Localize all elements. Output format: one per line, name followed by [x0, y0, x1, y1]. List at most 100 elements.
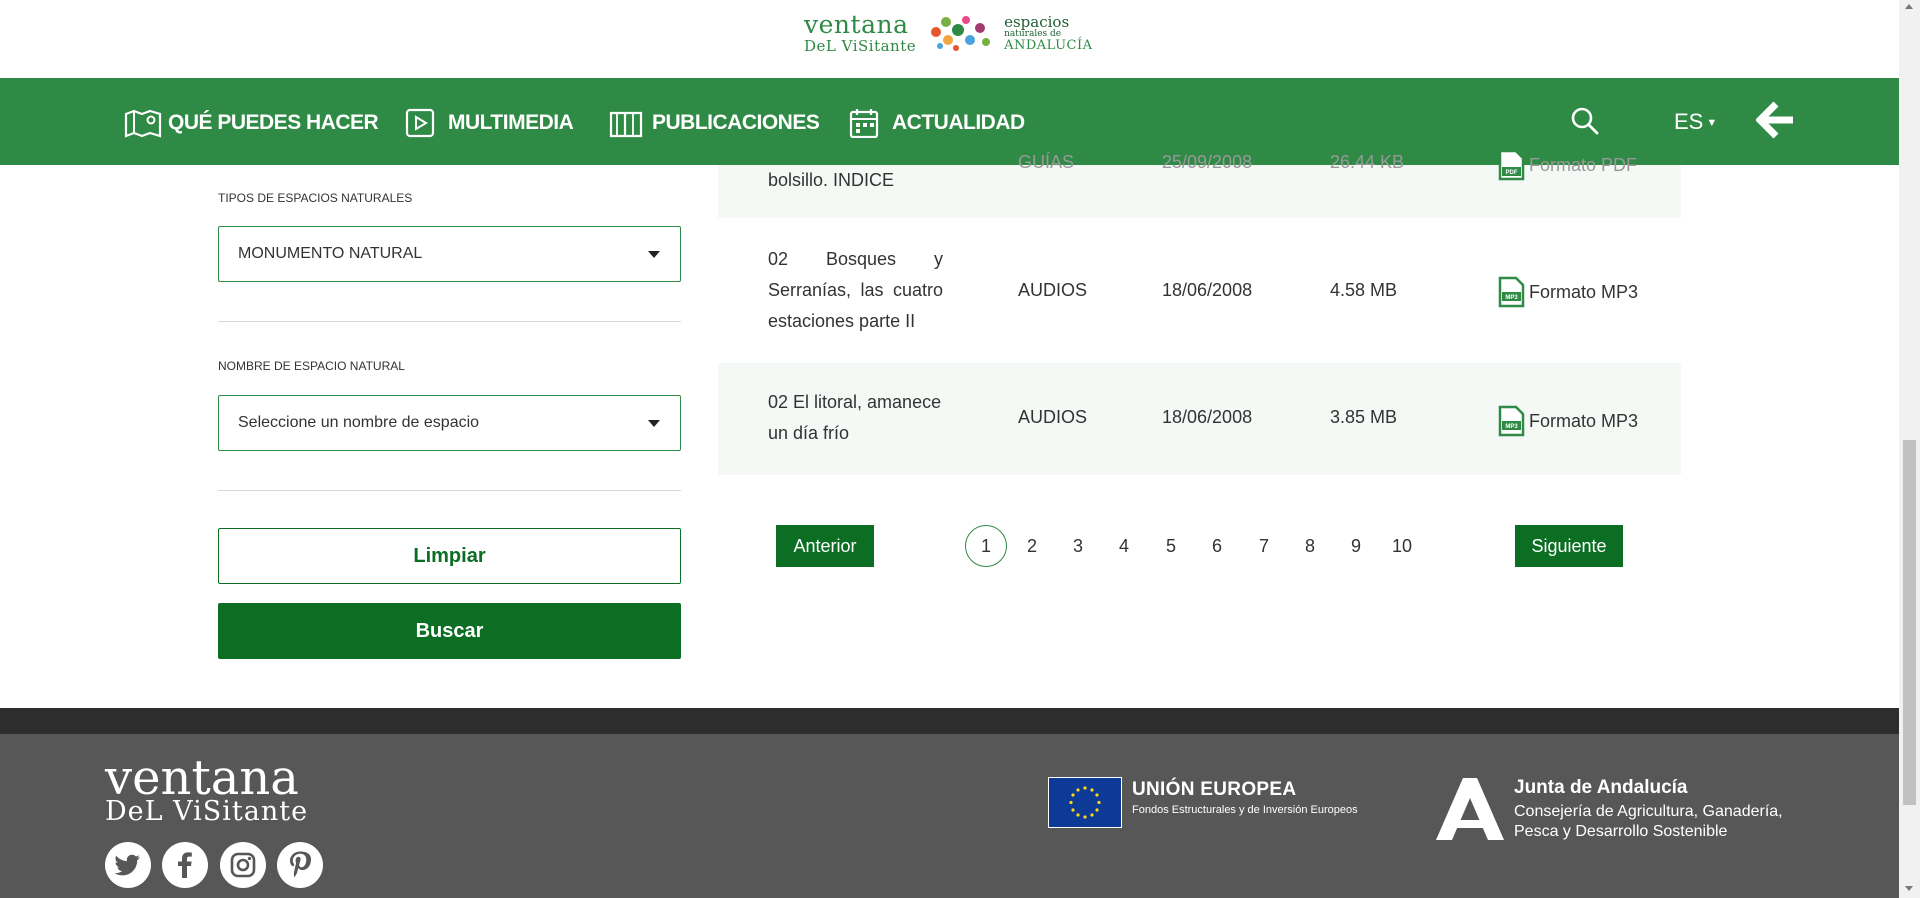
result-date: 18/06/2008 [1162, 407, 1253, 427]
result-size: 26.44 KB [1330, 152, 1405, 172]
eu-funding-text: UNIÓN EUROPEA Fondos Estructurales y de … [1132, 779, 1358, 816]
result-title[interactable]: 02 El litoral, amanece un día frío [768, 387, 943, 449]
caret-down-icon: ▼ [1703, 117, 1718, 130]
flowers-logo-icon [931, 16, 991, 51]
type-select[interactable]: MONUMENTO NATURAL [218, 226, 681, 282]
previous-page-button[interactable]: Anterior [776, 525, 874, 567]
nav-label: QUÉ PUEDES HACER [168, 111, 379, 134]
junta-dept-line1: Consejería de Agricultura, Ganadería, [1514, 803, 1783, 820]
footer-logo-line1: ventana [105, 750, 299, 806]
eu-subtitle: Fondos Estructurales y de Inversión Euro… [1132, 804, 1358, 816]
page-3[interactable]: 3 [1057, 525, 1099, 567]
dropdown-arrow-icon [648, 420, 660, 427]
page-10[interactable]: 10 [1381, 525, 1423, 567]
nav-que-puedes-hacer[interactable]: QUÉ PUEDES HACER [124, 108, 379, 138]
footer-logo-line2: DeL ViSitante [105, 796, 309, 827]
result-title[interactable]: bolsillo. INDICE [768, 165, 943, 196]
junta-andalucia-logo-icon[interactable] [1436, 778, 1504, 840]
clear-button[interactable]: Limpiar [218, 528, 681, 584]
nav-multimedia[interactable]: MULTIMEDIA [404, 108, 574, 138]
page-6[interactable]: 6 [1196, 525, 1238, 567]
page-5[interactable]: 5 [1150, 525, 1192, 567]
filter-divider [218, 321, 681, 322]
next-page-button[interactable]: Siguiente [1515, 525, 1623, 567]
twitter-icon[interactable] [105, 842, 151, 888]
page-1[interactable]: 1 [965, 525, 1007, 567]
search-button[interactable]: Buscar [218, 603, 681, 659]
play-icon [405, 108, 435, 138]
dropdown-arrow-icon [648, 251, 660, 258]
result-title-line: 02 El litoral, amanece [768, 392, 942, 412]
filter-divider [218, 490, 681, 491]
result-title-line: Serranías, las cuatro [768, 280, 943, 300]
result-format-link[interactable]: MP3 Formato MP3 [1498, 405, 1638, 437]
eu-title: UNIÓN EUROPEA [1132, 779, 1297, 800]
result-format-link[interactable]: PDF Formato PDF [1498, 149, 1637, 181]
filter-type-label: TIPOS DE ESPACIOS NATURALES [218, 191, 413, 205]
page-scrollbar[interactable] [1899, 0, 1920, 898]
result-title-line: estaciones parte II [768, 311, 916, 331]
scroll-down-arrow-icon[interactable] [1905, 886, 1913, 891]
mp3-file-icon: MP3 [1498, 276, 1525, 308]
nav-label: MULTIMEDIA [448, 111, 574, 134]
junta-dept-line2: Pesca y Desarrollo Sostenible [1514, 823, 1728, 840]
result-size: 4.58 MB [1330, 280, 1398, 300]
result-date: 25/09/2008 [1162, 152, 1253, 172]
result-row: 02 Bosques y Serranías, las cuatro estac… [718, 218, 1681, 363]
language-selector[interactable]: ES ▼ [1674, 109, 1717, 135]
eu-flag-icon [1048, 777, 1122, 828]
svg-text:MP3: MP3 [1505, 295, 1518, 301]
nav-label: PUBLICACIONES [652, 111, 820, 134]
result-date: 18/06/2008 [1162, 280, 1253, 300]
result-format-link[interactable]: MP3 Formato MP3 [1498, 276, 1638, 308]
logo-line2: DeL ViSitante [804, 37, 917, 55]
search-icon[interactable] [1570, 106, 1600, 136]
result-title-line: bolsillo. INDICE [768, 170, 895, 190]
result-title[interactable]: 02 Bosques y Serranías, las cuatro estac… [768, 244, 943, 337]
page-7[interactable]: 7 [1243, 525, 1285, 567]
format-label: Formato PDF [1529, 154, 1638, 175]
svg-text:PDF: PDF [1506, 170, 1518, 176]
result-row: bolsillo. INDICE GUÍAS 25/09/2008 26.44 … [718, 149, 1681, 218]
site-logo[interactable]: ventana DeL ViSitante espacios naturales… [804, 12, 1093, 54]
junta-text: Junta de Andalucía Consejería de Agricul… [1514, 777, 1783, 842]
filter-name-label: NOMBRE DE ESPACIO NATURAL [218, 359, 405, 373]
scrollbar-thumb[interactable] [1903, 440, 1916, 805]
svg-text:MP3: MP3 [1505, 424, 1518, 430]
nav-publicaciones[interactable]: PUBLICACIONES [608, 108, 820, 138]
space-name-select[interactable]: Seleccione un nombre de espacio [218, 395, 681, 451]
result-category: GUÍAS [1018, 152, 1075, 172]
page-8[interactable]: 8 [1289, 525, 1331, 567]
result-category: AUDIOS [1018, 280, 1088, 300]
pdf-file-icon: PDF [1498, 149, 1525, 181]
format-label: Formato MP3 [1529, 281, 1639, 302]
facebook-icon[interactable] [162, 842, 208, 888]
calendar-icon [849, 109, 879, 138]
pinterest-icon[interactable] [277, 842, 323, 888]
scroll-up-arrow-icon[interactable] [1905, 4, 1913, 9]
nav-label: ACTUALIDAD [892, 111, 1025, 134]
map-pin-icon [124, 109, 162, 138]
arrow-left-icon[interactable] [1756, 100, 1796, 140]
result-size: 3.85 MB [1330, 407, 1398, 427]
partner-line1: espacios [1004, 12, 1070, 31]
space-name-placeholder: Seleccione un nombre de espacio [238, 414, 480, 431]
type-select-value: MONUMENTO NATURAL [238, 245, 423, 262]
result-category: AUDIOS [1018, 407, 1088, 427]
footer-logo[interactable]: ventana DeL ViSitante [105, 754, 308, 825]
nav-actualidad[interactable]: ACTUALIDAD [848, 108, 1025, 138]
language-label: ES [1674, 109, 1704, 134]
book-icon [609, 111, 643, 138]
page-2[interactable]: 2 [1011, 525, 1053, 567]
junta-title: Junta de Andalucía [1514, 777, 1688, 798]
result-title-line: un día frío [768, 423, 850, 443]
page-9[interactable]: 9 [1335, 525, 1377, 567]
format-label: Formato MP3 [1529, 410, 1639, 431]
partner-line3: ANDALUCÍA [1004, 37, 1093, 53]
result-row: 02 El litoral, amanece un día frío AUDIO… [718, 363, 1681, 475]
instagram-icon[interactable] [220, 842, 266, 888]
page-4[interactable]: 4 [1103, 525, 1145, 567]
logo-wordmark: ventana DeL ViSitante [804, 12, 916, 54]
logo-line1: ventana [804, 10, 909, 39]
mp3-file-icon: MP3 [1498, 405, 1525, 437]
